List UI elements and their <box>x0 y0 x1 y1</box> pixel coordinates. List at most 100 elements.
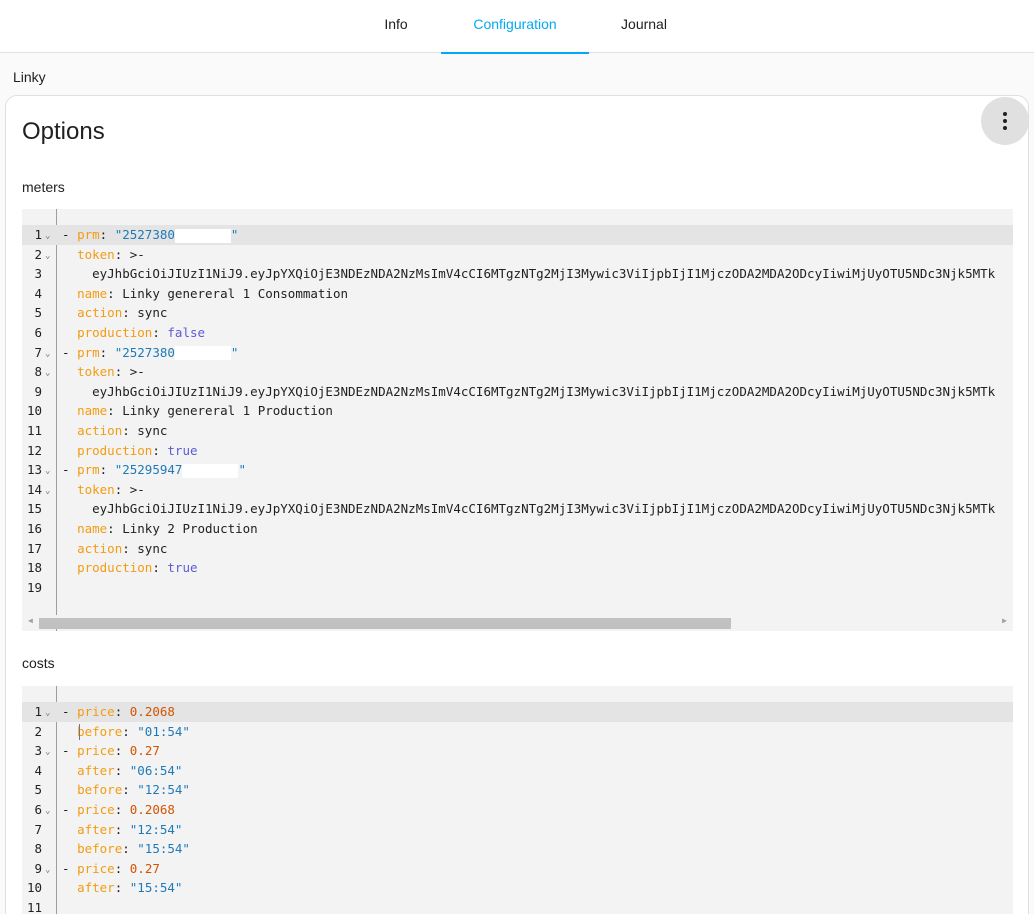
list-dash: - <box>62 743 78 759</box>
yaml-separator: : <box>114 246 130 262</box>
yaml-key: token <box>77 481 115 497</box>
yaml-value: true <box>167 442 198 458</box>
code-line[interactable]: 16 name: Linky 2 Production <box>22 519 1013 539</box>
code-line[interactable]: 18 production: true <box>22 558 1013 578</box>
yaml-separator: : <box>99 227 115 242</box>
addon-name: Linky <box>13 69 46 85</box>
yaml-value: eyJhbGciOiJIUzI1NiJ9.eyJpYXQiOjE3NDEzNDA… <box>92 266 996 282</box>
code-text: - price: 0.27 <box>62 859 160 879</box>
code-line[interactable]: 17 action: sync <box>22 539 1013 559</box>
code-line[interactable]: 7 after: "12:54" <box>22 820 1013 840</box>
code-line[interactable]: 6 ⌄ - price: 0.2068 <box>22 800 1013 820</box>
code-line[interactable]: 9 ⌄ - price: 0.27 <box>22 859 1013 879</box>
code-line[interactable]: 6 production: false <box>22 323 1013 343</box>
meters-code-editor[interactable]: ◀ ▶ 1 ⌄ - prm: "2527380 " 2 ⌄ token: >- 3 eyJh… <box>22 209 1013 631</box>
code-line[interactable]: 19 <box>22 578 1013 598</box>
yaml-key: token <box>77 246 115 262</box>
yaml-key: action <box>77 305 123 321</box>
list-dash: - <box>62 704 78 719</box>
tab-info[interactable]: Info <box>352 0 440 53</box>
code-line[interactable]: 2 before: "01:54" <box>22 722 1013 742</box>
yaml-value-tail: " <box>230 344 239 360</box>
yaml-separator: : <box>114 364 130 380</box>
code-line[interactable]: 8 before: "15:54" <box>22 839 1013 859</box>
yaml-key: price <box>77 860 115 876</box>
code-line[interactable]: 4 after: "06:54" <box>22 761 1013 781</box>
line-number: 19 <box>26 579 42 595</box>
redacted-block <box>174 228 231 243</box>
line-number: 14 <box>26 481 42 497</box>
line-number: 3 <box>34 266 42 282</box>
code-line[interactable]: 14 ⌄ token: >- <box>22 480 1013 500</box>
code-line[interactable]: 5 before: "12:54" <box>22 780 1013 800</box>
code-text: before: "15:54" <box>62 839 190 859</box>
code-line[interactable]: 3 eyJhbGciOiJIUzI1NiJ9.eyJpYXQiOjE3NDEzN… <box>22 264 1013 284</box>
yaml-separator: : <box>152 560 168 576</box>
list-dash: - <box>62 227 78 242</box>
code-text: - prm: "25295947 " <box>62 460 246 480</box>
scroll-left-icon[interactable]: ◀ <box>28 616 33 625</box>
yaml-value: "12:54" <box>129 821 183 837</box>
yaml-key: after <box>77 762 115 778</box>
yaml-separator: : <box>107 403 123 419</box>
active-tab-indicator <box>441 52 589 54</box>
line-number: 5 <box>34 305 42 321</box>
line-number: 12 <box>26 442 42 458</box>
code-text: production: true <box>62 558 197 578</box>
horizontal-scrollbar[interactable]: ◀ ▶ <box>22 615 1013 629</box>
code-text: production: true <box>62 441 198 461</box>
tab-journal[interactable]: Journal <box>589 0 699 53</box>
line-number: 15 <box>26 501 42 517</box>
costs-code-editor[interactable]: 1 ⌄ - price: 0.2068 2 before: "01:54" 3 ⌄ - pr… <box>22 686 1013 914</box>
code-line[interactable]: 3 ⌄ - price: 0.27 <box>22 741 1013 761</box>
code-text: action: sync <box>62 539 167 559</box>
code-line[interactable]: 7 ⌄ - prm: "2527380 " <box>22 343 1013 363</box>
code-line[interactable]: 10 name: Linky genereral 1 Production <box>22 401 1013 421</box>
yaml-key: prm <box>77 227 100 242</box>
yaml-key: price <box>77 743 115 759</box>
line-number: 4 <box>34 762 42 778</box>
yaml-key: name <box>77 521 108 536</box>
code-line[interactable]: 9 eyJhbGciOiJIUzI1NiJ9.eyJpYXQiOjE3NDEzN… <box>22 382 1013 402</box>
code-text: token: >- <box>62 362 145 382</box>
yaml-key: before <box>77 841 123 857</box>
code-line[interactable]: 11 <box>22 898 1013 914</box>
yaml-value: eyJhbGciOiJIUzI1NiJ9.eyJpYXQiOjE3NDEzNDA… <box>92 501 996 517</box>
yaml-key: production <box>77 325 153 340</box>
code-line[interactable]: 1 ⌄ - prm: "2527380 " <box>22 225 1013 245</box>
code-line[interactable]: 2 ⌄ token: >- <box>22 245 1013 265</box>
code-text: token: >- <box>62 245 145 265</box>
tab-configuration[interactable]: Configuration <box>441 0 589 54</box>
yaml-value: 0.27 <box>129 860 160 876</box>
code-text: - prm: "2527380 " <box>62 343 238 363</box>
code-line[interactable]: 4 name: Linky genereral 1 Consommation <box>22 284 1013 304</box>
costs-label: costs <box>22 655 55 671</box>
scrollbar-thumb[interactable] <box>39 618 731 629</box>
yaml-value: sync <box>137 423 168 438</box>
code-line[interactable]: 1 ⌄ - price: 0.2068 <box>22 702 1013 722</box>
yaml-key: name <box>77 285 108 301</box>
code-line[interactable]: 11 action: sync <box>22 421 1013 441</box>
overflow-menu-button[interactable] <box>981 97 1028 145</box>
line-number: 8 <box>34 841 42 857</box>
code-line[interactable]: 10 after: "15:54" <box>22 878 1013 898</box>
yaml-key: prm <box>77 344 100 360</box>
code-line[interactable]: 12 production: true <box>22 441 1013 461</box>
code-line[interactable]: 5 action: sync <box>22 303 1013 323</box>
meters-label: meters <box>22 179 65 195</box>
yaml-key: after <box>77 880 115 896</box>
code-line[interactable]: 15 eyJhbGciOiJIUzI1NiJ9.eyJpYXQiOjE3NDEz… <box>22 499 1013 519</box>
code-line[interactable]: 8 ⌄ token: >- <box>22 362 1013 382</box>
options-card: Options meters ◀ ▶ 1 ⌄ - prm: "2527380 " 2 ⌄ … <box>5 95 1029 914</box>
yaml-value: >- <box>129 481 145 497</box>
yaml-separator: : <box>99 344 115 360</box>
code-line[interactable]: 13 ⌄ - prm: "25295947 " <box>22 460 1013 480</box>
scroll-right-icon[interactable]: ▶ <box>1002 616 1007 625</box>
